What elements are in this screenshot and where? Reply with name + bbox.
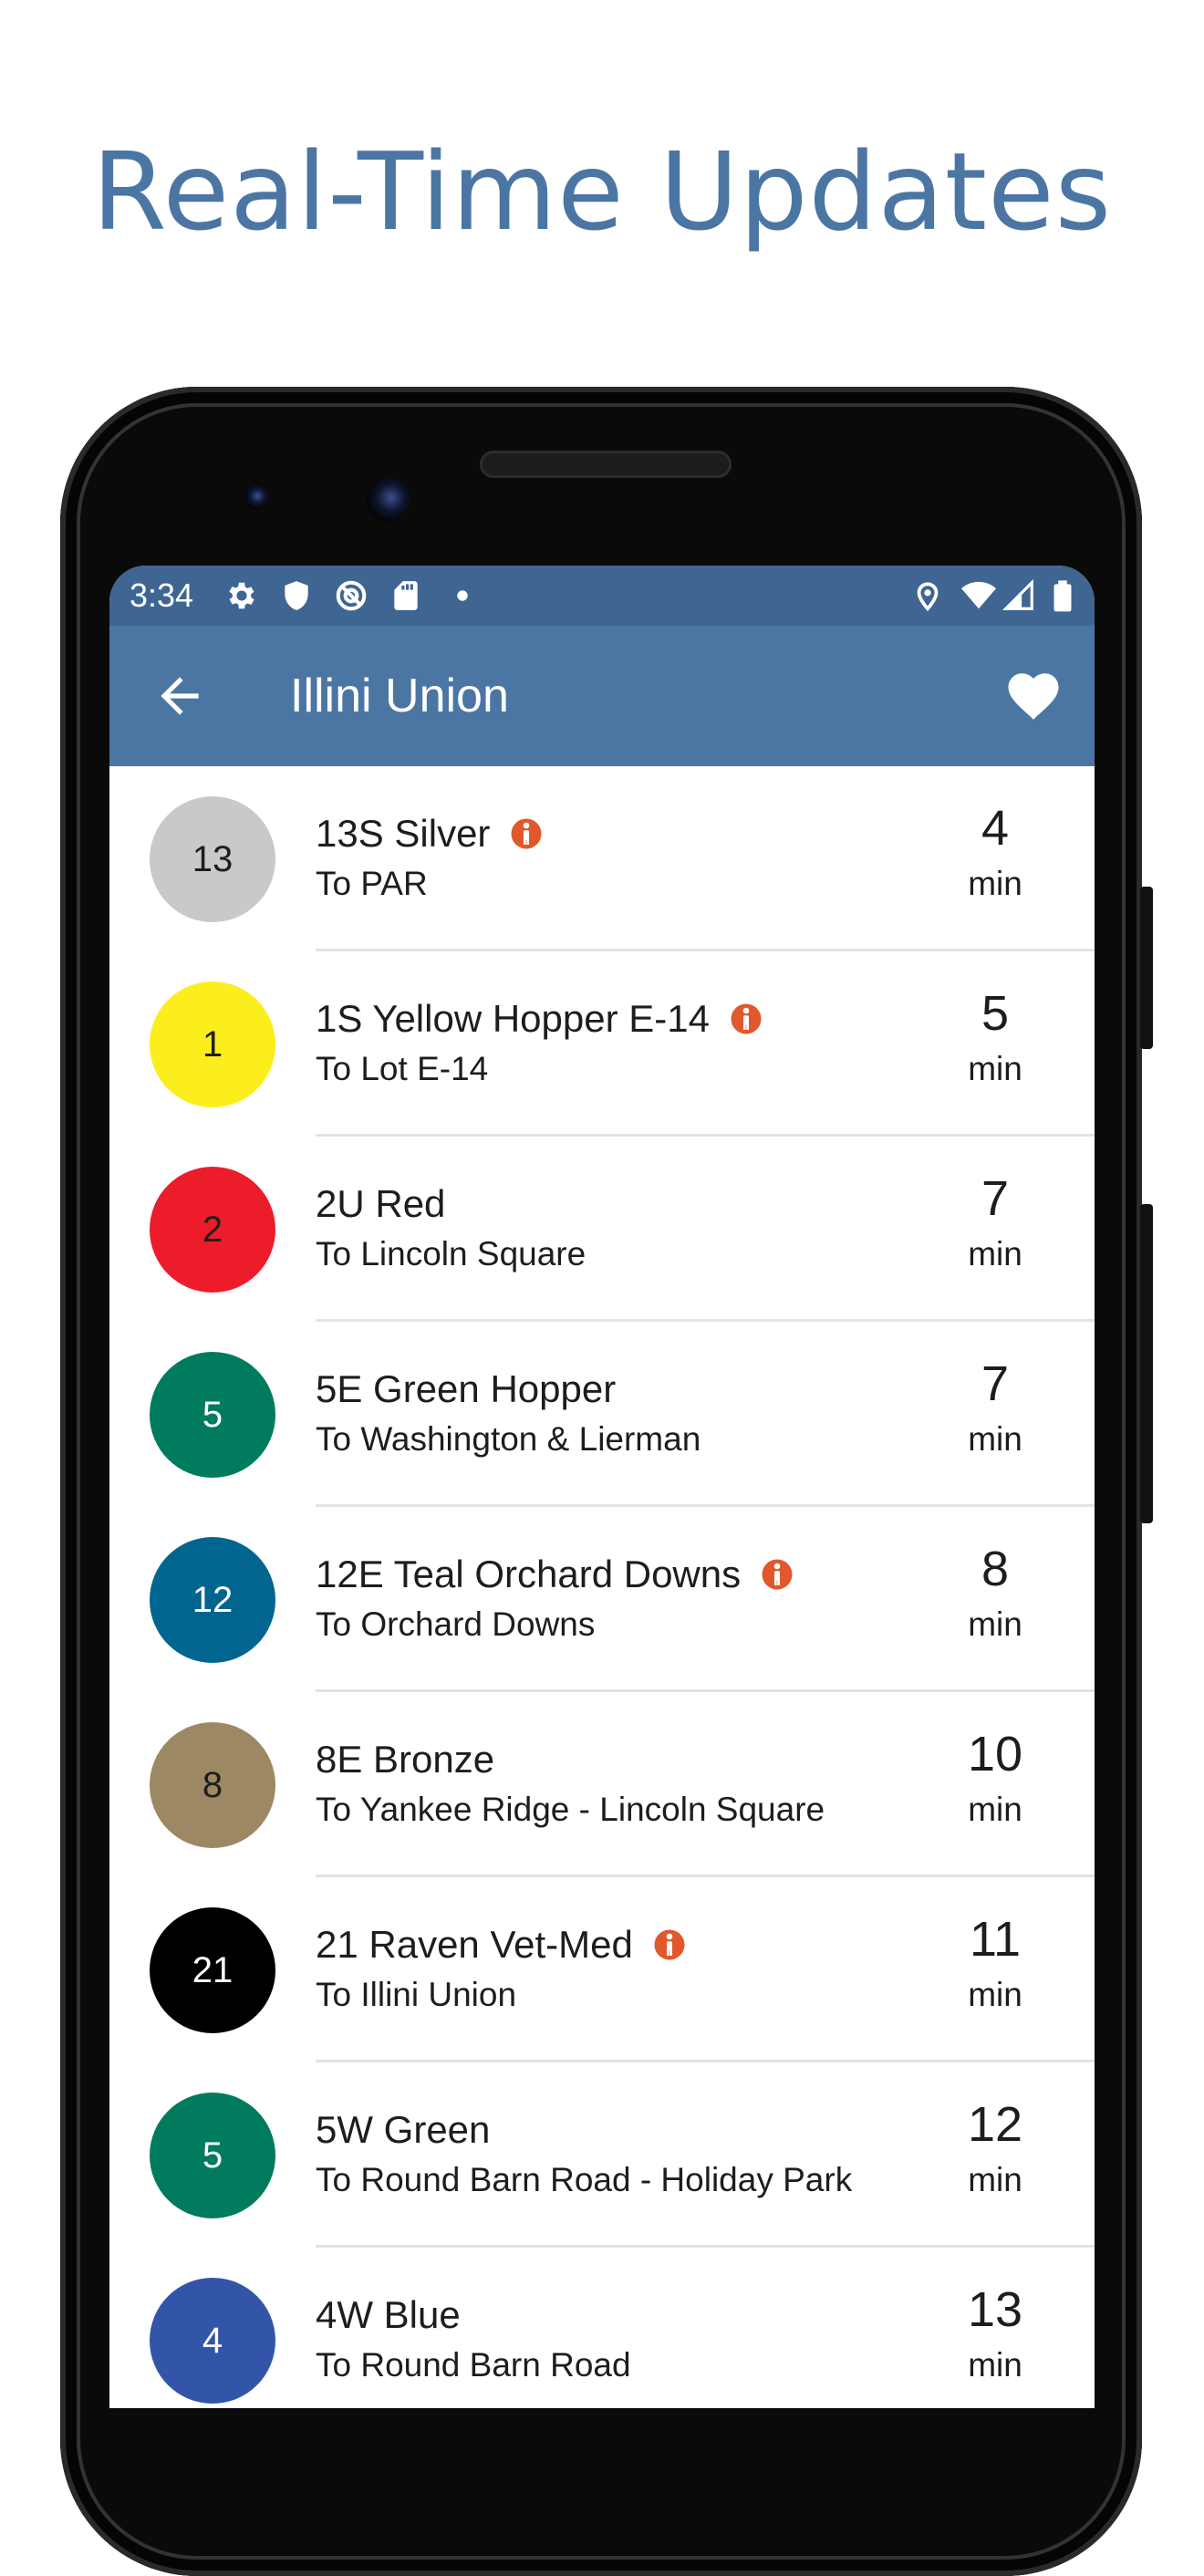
route-destination: To Lot E-14 bbox=[316, 1050, 489, 1087]
route-name: 5W Green bbox=[316, 2108, 491, 2151]
route-badge: 4 bbox=[150, 2278, 275, 2404]
wifi-icon bbox=[961, 581, 996, 609]
departures-list: 13 13S Silver To PAR 4 min 1 1S Yellow H… bbox=[109, 766, 1095, 2408]
route-destination: To PAR bbox=[316, 865, 428, 902]
arrival-minutes: 5 bbox=[981, 986, 1010, 1041]
status-time: 3:34 bbox=[130, 576, 194, 614]
front-camera bbox=[367, 478, 410, 522]
accessible-icon bbox=[654, 1929, 685, 1960]
route-number: 1 bbox=[202, 1023, 223, 1065]
route-name: 1S Yellow Hopper E-14 bbox=[316, 997, 710, 1040]
departure-row[interactable]: 21 21 Raven Vet-Med To Illini Union 11 m… bbox=[109, 1877, 1095, 2062]
route-name: 8E Bronze bbox=[316, 1738, 495, 1781]
departure-row[interactable]: 2 2U Red To Lincoln Square 7 min bbox=[109, 1137, 1095, 1322]
earpiece-speaker bbox=[480, 451, 732, 478]
route-badge: 5 bbox=[150, 2093, 275, 2218]
route-number: 5 bbox=[202, 1394, 223, 1435]
route-name: 2U Red bbox=[316, 1182, 446, 1225]
front-sensor bbox=[244, 485, 268, 509]
route-number: 2 bbox=[202, 1209, 223, 1250]
arrival-unit: min bbox=[968, 1050, 1022, 1087]
accessible-icon bbox=[731, 1003, 762, 1034]
arrival-minutes: 11 bbox=[969, 1912, 1022, 1967]
arrow-back-icon[interactable] bbox=[151, 668, 208, 724]
route-destination: To Round Barn Road bbox=[316, 2346, 631, 2384]
arrival-minutes: 4 bbox=[981, 801, 1010, 856]
departure-row[interactable]: 12 12E Teal Orchard Downs To Orchard Dow… bbox=[109, 1507, 1095, 1692]
arrival-unit: min bbox=[968, 1235, 1022, 1272]
accessible-icon bbox=[762, 1559, 793, 1590]
departure-row[interactable]: 4 4W Blue To Round Barn Road 13 min bbox=[109, 2248, 1095, 2408]
route-destination: To Illini Union bbox=[316, 1976, 517, 2013]
route-number: 13 bbox=[192, 838, 234, 879]
heart-icon[interactable] bbox=[1003, 666, 1064, 726]
arrival-unit: min bbox=[968, 865, 1022, 902]
route-badge: 12 bbox=[150, 1537, 275, 1663]
route-name: 5E Green Hopper bbox=[316, 1367, 617, 1410]
route-destination: To Washington & Lierman bbox=[316, 1420, 701, 1458]
arrival-minutes: 13 bbox=[967, 2282, 1023, 2337]
route-badge: 5 bbox=[150, 1352, 275, 1478]
arrival-minutes: 12 bbox=[967, 2097, 1023, 2152]
dot-icon bbox=[457, 590, 468, 601]
departure-row[interactable]: 1 1S Yellow Hopper E-14 To Lot E-14 5 mi… bbox=[109, 951, 1095, 1137]
shield-icon bbox=[285, 581, 308, 610]
route-name: 12E Teal Orchard Downs bbox=[316, 1553, 742, 1595]
route-destination: To Round Barn Road - Holiday Park bbox=[316, 2161, 853, 2198]
signal-icon bbox=[1002, 578, 1033, 610]
route-name: 13S Silver bbox=[316, 812, 491, 855]
route-badge: 21 bbox=[150, 1907, 275, 2033]
battery-icon bbox=[1054, 580, 1072, 612]
departure-row[interactable]: 8 8E Bronze To Yankee Ridge - Lincoln Sq… bbox=[109, 1692, 1095, 1877]
route-name: 4W Blue bbox=[316, 2293, 461, 2336]
app-bar: Illini Union bbox=[109, 626, 1095, 766]
route-destination: To Yankee Ridge - Lincoln Square bbox=[316, 1791, 825, 1828]
volume-button bbox=[1140, 1204, 1153, 1523]
power-button bbox=[1140, 887, 1153, 1049]
route-badge: 8 bbox=[150, 1722, 275, 1848]
gear-icon bbox=[229, 582, 254, 609]
route-destination: To Lincoln Square bbox=[316, 1235, 586, 1272]
page-title: Illini Union bbox=[290, 670, 509, 722]
route-number: 5 bbox=[202, 2135, 223, 2176]
arrival-minutes: 7 bbox=[981, 1171, 1010, 1226]
arrival-unit: min bbox=[968, 2346, 1022, 2384]
arrival-unit: min bbox=[968, 1605, 1022, 1643]
departure-row[interactable]: 13 13S Silver To PAR 4 min bbox=[109, 766, 1095, 951]
route-number: 21 bbox=[192, 1949, 234, 1990]
accessible-icon bbox=[511, 818, 542, 849]
arrival-minutes: 7 bbox=[981, 1356, 1010, 1411]
status-bar: 3:34 bbox=[109, 566, 1095, 626]
arrival-unit: min bbox=[968, 1791, 1022, 1828]
app-screen: 3:34 Illini Union 13 13S Silver To PAR 4… bbox=[109, 566, 1095, 2408]
route-badge: 1 bbox=[150, 982, 275, 1107]
arrival-unit: min bbox=[968, 1976, 1022, 2013]
route-number: 12 bbox=[192, 1579, 234, 1620]
departure-row[interactable]: 5 5E Green Hopper To Washington & Lierma… bbox=[109, 1322, 1095, 1507]
arrival-unit: min bbox=[968, 2161, 1022, 2198]
sd-card-icon bbox=[394, 581, 418, 610]
route-destination: To Orchard Downs bbox=[316, 1605, 596, 1643]
route-name: 21 Raven Vet-Med bbox=[316, 1923, 633, 1966]
location-icon bbox=[917, 582, 939, 612]
sync-off-icon bbox=[336, 580, 367, 611]
route-number: 4 bbox=[202, 2320, 223, 2361]
route-badge: 13 bbox=[150, 796, 275, 922]
arrival-minutes: 10 bbox=[967, 1727, 1023, 1781]
promo-headline: Real-Time Updates bbox=[91, 129, 1113, 254]
departure-row[interactable]: 5 5W Green To Round Barn Road - Holiday … bbox=[109, 2062, 1095, 2248]
arrival-unit: min bbox=[968, 1420, 1022, 1458]
route-badge: 2 bbox=[150, 1167, 275, 1293]
arrival-minutes: 8 bbox=[981, 1542, 1010, 1596]
route-number: 8 bbox=[202, 1764, 223, 1805]
